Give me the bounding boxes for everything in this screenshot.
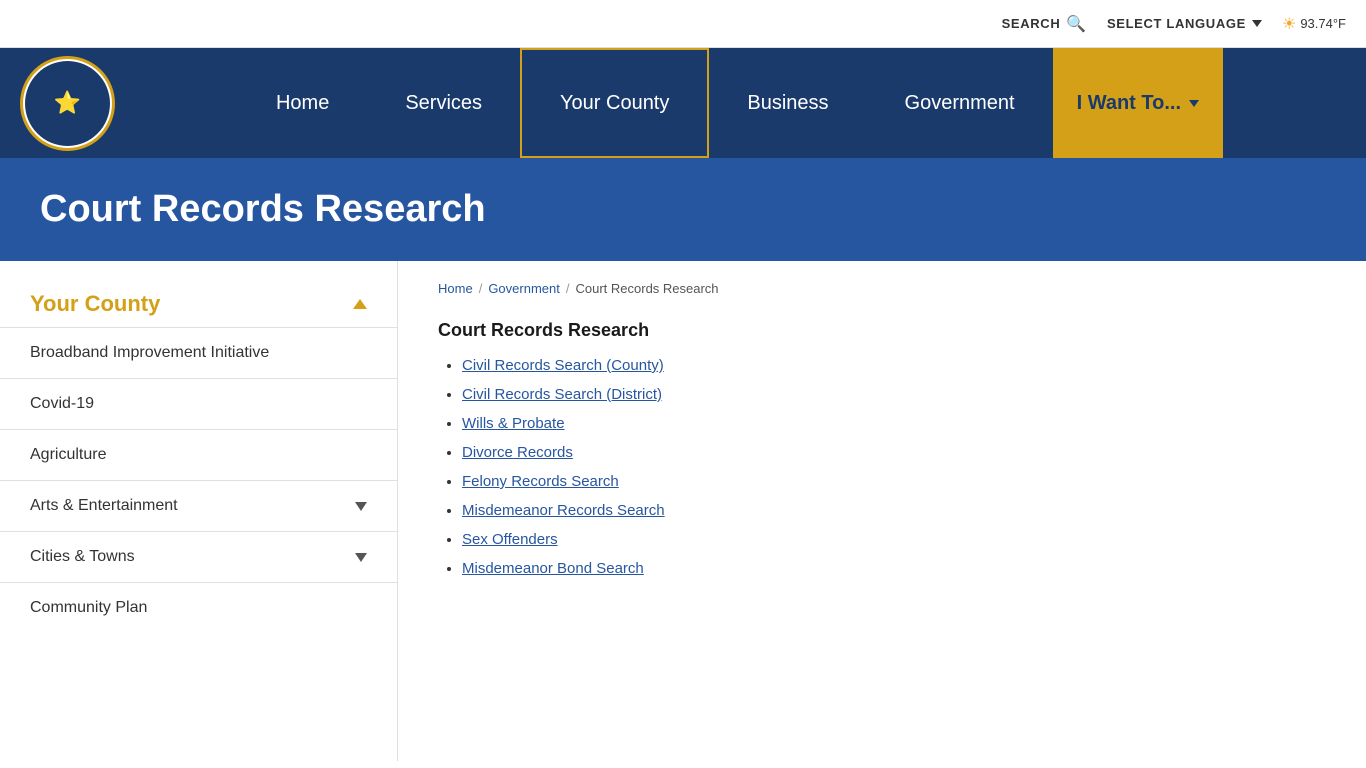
- link-sex-offenders[interactable]: Sex Offenders: [462, 531, 558, 548]
- breadcrumb-government[interactable]: Government: [488, 281, 560, 296]
- search-button[interactable]: SEARCH 🔍: [1002, 14, 1087, 34]
- i-want-to-label: I Want To...: [1077, 92, 1181, 115]
- sidebar-item-label: Broadband Improvement Initiative: [30, 344, 269, 362]
- sidebar-item-label: Community Plan: [30, 599, 147, 617]
- list-item: Civil Records Search (District): [462, 386, 1326, 403]
- breadcrumb-current: Court Records Research: [575, 281, 718, 296]
- sidebar-item-covid[interactable]: Covid-19: [0, 378, 397, 429]
- sidebar-item-broadband[interactable]: Broadband Improvement Initiative: [0, 327, 397, 378]
- sidebar-title: Your County: [0, 281, 397, 327]
- breadcrumb-home[interactable]: Home: [438, 281, 473, 296]
- hero-section: Court Records Research: [0, 158, 1366, 261]
- weather-icon: ☀: [1282, 14, 1296, 34]
- nav-business[interactable]: Business: [709, 48, 866, 158]
- nav-government[interactable]: Government: [867, 48, 1053, 158]
- link-divorce-records[interactable]: Divorce Records: [462, 444, 573, 461]
- chevron-down-icon: [1252, 20, 1262, 27]
- breadcrumb-separator: /: [479, 281, 483, 296]
- weather-value: 93.74°F: [1300, 16, 1346, 31]
- list-item: Misdemeanor Bond Search: [462, 560, 1326, 577]
- list-item: Sex Offenders: [462, 531, 1326, 548]
- chevron-up-icon[interactable]: [353, 299, 367, 309]
- link-civil-county[interactable]: Civil Records Search (County): [462, 357, 664, 374]
- nav-i-want-to[interactable]: I Want To...: [1053, 48, 1223, 158]
- content-heading: Court Records Research: [438, 320, 1326, 341]
- sidebar-item-community[interactable]: Community Plan: [0, 582, 397, 633]
- list-item: Divorce Records: [462, 444, 1326, 461]
- page-title: Court Records Research: [40, 188, 1326, 231]
- chevron-down-icon[interactable]: [355, 502, 367, 511]
- list-item: Misdemeanor Records Search: [462, 502, 1326, 519]
- link-misdemeanor-records[interactable]: Misdemeanor Records Search: [462, 502, 665, 519]
- main-nav: Home Services Your County Business Gover…: [115, 48, 1346, 158]
- logo-star-icon: ⭐: [54, 90, 81, 116]
- sidebar-title-label: Your County: [30, 291, 160, 317]
- site-logo[interactable]: ⭐: [20, 56, 115, 151]
- chevron-down-icon: [1189, 100, 1199, 107]
- weather-display: ☀ 93.74°F: [1282, 14, 1346, 34]
- link-felony-records[interactable]: Felony Records Search: [462, 473, 619, 490]
- search-icon: 🔍: [1066, 14, 1087, 34]
- header: ⭐ Home Services Your County Business Gov…: [0, 48, 1366, 158]
- search-label: SEARCH: [1002, 16, 1061, 31]
- link-misdemeanor-bond[interactable]: Misdemeanor Bond Search: [462, 560, 644, 577]
- sidebar-item-agriculture[interactable]: Agriculture: [0, 429, 397, 480]
- top-bar: SEARCH 🔍 SELECT LANGUAGE ☀ 93.74°F: [0, 0, 1366, 48]
- list-item: Felony Records Search: [462, 473, 1326, 490]
- nav-services[interactable]: Services: [367, 48, 520, 158]
- sidebar-item-label: Arts & Entertainment: [30, 497, 178, 515]
- sidebar-item-arts[interactable]: Arts & Entertainment: [0, 480, 397, 531]
- list-item: Wills & Probate: [462, 415, 1326, 432]
- language-label: SELECT LANGUAGE: [1107, 16, 1246, 31]
- chevron-down-icon[interactable]: [355, 553, 367, 562]
- link-wills-probate[interactable]: Wills & Probate: [462, 415, 565, 432]
- language-selector[interactable]: SELECT LANGUAGE: [1107, 16, 1262, 31]
- sidebar: Your County Broadband Improvement Initia…: [0, 261, 398, 761]
- link-civil-district[interactable]: Civil Records Search (District): [462, 386, 662, 403]
- breadcrumb: Home / Government / Court Records Resear…: [438, 281, 1326, 296]
- sidebar-item-label: Agriculture: [30, 446, 106, 464]
- nav-home[interactable]: Home: [238, 48, 367, 158]
- breadcrumb-separator: /: [566, 281, 570, 296]
- sidebar-item-cities[interactable]: Cities & Towns: [0, 531, 397, 582]
- nav-your-county[interactable]: Your County: [520, 48, 709, 158]
- sidebar-item-label: Covid-19: [30, 395, 94, 413]
- page-layout: Your County Broadband Improvement Initia…: [0, 261, 1366, 761]
- main-content: Home / Government / Court Records Resear…: [398, 261, 1366, 761]
- list-item: Civil Records Search (County): [462, 357, 1326, 374]
- records-list: Civil Records Search (County) Civil Reco…: [438, 357, 1326, 577]
- sidebar-item-label: Cities & Towns: [30, 548, 135, 566]
